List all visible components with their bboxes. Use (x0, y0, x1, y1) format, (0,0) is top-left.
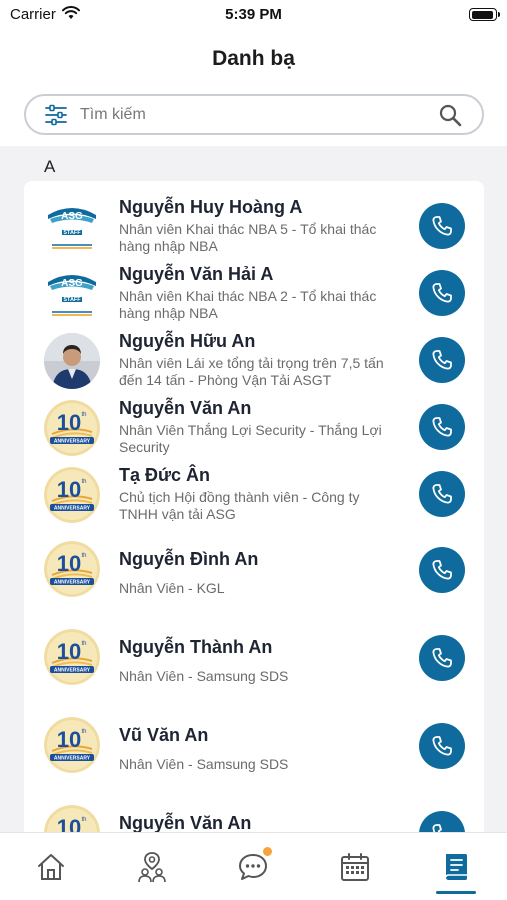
calendar-icon (341, 853, 369, 881)
phone-icon (432, 417, 452, 437)
contact-row[interactable]: 10th ANNIVERSARY Tạ Đức Ân Chủ tịch Hội đồn… (24, 465, 484, 531)
avatar: 10th ANNIVERSARY (44, 467, 100, 523)
contact-name: Tạ Đức Ân (119, 465, 211, 485)
contact-name: Nguyễn Thành An (119, 637, 273, 657)
call-button[interactable] (419, 723, 465, 769)
phone-icon (432, 560, 452, 580)
search-bar[interactable] (24, 94, 484, 135)
contact-role: Nhân Viên - KGL (119, 580, 225, 596)
tab-bar (0, 832, 507, 900)
avatar: 10th ANNIVERSARY (44, 541, 100, 597)
phone-icon (432, 736, 452, 756)
contact-role: Nhân viên Khai thác NBA 5 - Tổ khai thác… (119, 221, 377, 254)
header: Danh bạ (0, 30, 507, 146)
svg-text:ANNIVERSARY: ANNIVERSARY (54, 580, 91, 586)
tab-chat[interactable] (233, 847, 273, 887)
notification-badge (263, 847, 272, 856)
svg-text:10: 10 (57, 410, 81, 435)
phone-icon (432, 283, 452, 303)
contact-row[interactable]: 10th ANNIVERSARY Nguyễn Đình An Nhân Viên -… (24, 541, 484, 605)
contact-name: Vũ Văn An (119, 725, 209, 745)
phone-icon (432, 484, 452, 504)
svg-text:10: 10 (57, 477, 81, 502)
contact-name: Nguyễn Văn An (119, 398, 252, 418)
contact-role: Nhân viên Khai thác NBA 2 - Tổ khai thác… (119, 288, 377, 321)
battery-icon (469, 8, 500, 21)
svg-text:10: 10 (57, 551, 81, 576)
contact-name: Nguyễn Hữu An (119, 331, 256, 351)
avatar: ASG STAFF (44, 266, 100, 322)
svg-text:ANNIVERSARY: ANNIVERSARY (54, 668, 91, 674)
contact-role: Nhân Viên - Samsung SDS (119, 668, 289, 684)
avatar: 10th ANNIVERSARY (44, 717, 100, 773)
svg-text:10: 10 (57, 727, 81, 752)
contact-row[interactable]: Nguyễn Hữu An Nhân viên Lái xe tổng tải t… (24, 331, 484, 397)
avatar: 10th ANNIVERSARY (44, 629, 100, 685)
svg-text:ANNIVERSARY: ANNIVERSARY (54, 506, 91, 512)
contact-name: Nguyễn Huy Hoàng A (119, 197, 303, 217)
contact-row[interactable]: 10th ANNIVERSARY Nguyễn Thành An Nhân Viên … (24, 629, 484, 693)
contact-row[interactable]: 10th ANNIVERSARY Vũ Văn An Nhân Viên - Sams… (24, 717, 484, 781)
call-button[interactable] (419, 270, 465, 316)
contact-row[interactable]: 10th ANNIVERSARY Nguyễn Văn An Nhân Viên Th… (24, 398, 484, 464)
tab-calendar[interactable] (335, 847, 375, 887)
contact-role: Chủ tịch Hội đồng thành viên - Công ty T… (119, 489, 360, 522)
active-tab-indicator (436, 891, 476, 894)
search-icon[interactable] (438, 103, 462, 127)
contacts-book-icon (445, 854, 467, 880)
search-input[interactable] (80, 103, 420, 127)
svg-text:th: th (81, 479, 86, 485)
svg-text:ASG: ASG (61, 278, 83, 289)
call-button[interactable] (419, 203, 465, 249)
contact-role: Nhân viên Lái xe tổng tải trọng trên 7,5… (119, 355, 384, 388)
status-bar: Carrier 5:39 PM (0, 0, 507, 30)
contact-row[interactable]: ASG STAFF Nguyễn Văn Hải A Nhân viên Khai t… (24, 264, 484, 330)
svg-text:th: th (81, 729, 86, 735)
section-header: A (44, 157, 56, 176)
home-icon (38, 854, 64, 880)
call-button[interactable] (419, 471, 465, 517)
contact-row[interactable]: ASG STAFF Nguyễn Huy Hoàng A Nhân viên Khai… (24, 197, 484, 263)
contact-list[interactable]: ASG STAFF Nguyễn Huy Hoàng A Nhân viên Khai… (24, 181, 484, 841)
tab-home[interactable] (31, 847, 71, 887)
contact-name: Nguyễn Văn Hải A (119, 264, 274, 284)
svg-text:STAFF: STAFF (63, 230, 81, 236)
svg-text:10: 10 (57, 639, 81, 664)
phone-icon (432, 648, 452, 668)
phone-icon (432, 350, 452, 370)
svg-text:STAFF: STAFF (63, 297, 81, 303)
svg-text:ANNIVERSARY: ANNIVERSARY (54, 439, 91, 445)
avatar (44, 333, 100, 389)
svg-text:ASG: ASG (61, 211, 83, 222)
call-button[interactable] (419, 547, 465, 593)
contact-role: Nhân Viên Thắng Lợi Security - Thắng Lợi… (119, 422, 382, 455)
tab-map[interactable] (132, 847, 172, 887)
contact-name: Nguyễn Văn An (119, 813, 252, 833)
filter-icon[interactable] (44, 104, 68, 126)
clock: 5:39 PM (225, 6, 282, 23)
contact-role: Nhân Viên - Samsung SDS (119, 756, 289, 772)
avatar: 10th ANNIVERSARY (44, 400, 100, 456)
svg-text:th: th (81, 817, 86, 823)
svg-text:th: th (81, 641, 86, 647)
call-button[interactable] (419, 337, 465, 383)
svg-text:th: th (81, 412, 86, 418)
avatar: ASG STAFF (44, 199, 100, 255)
svg-text:ANNIVERSARY: ANNIVERSARY (54, 756, 91, 762)
call-button[interactable] (419, 635, 465, 681)
phone-icon (432, 216, 452, 236)
tab-contacts[interactable] (436, 847, 476, 887)
svg-text:th: th (81, 553, 86, 559)
contact-name: Nguyễn Đình An (119, 549, 259, 569)
call-button[interactable] (419, 404, 465, 450)
page-title: Danh bạ (212, 47, 295, 70)
map-people-icon (138, 852, 166, 883)
